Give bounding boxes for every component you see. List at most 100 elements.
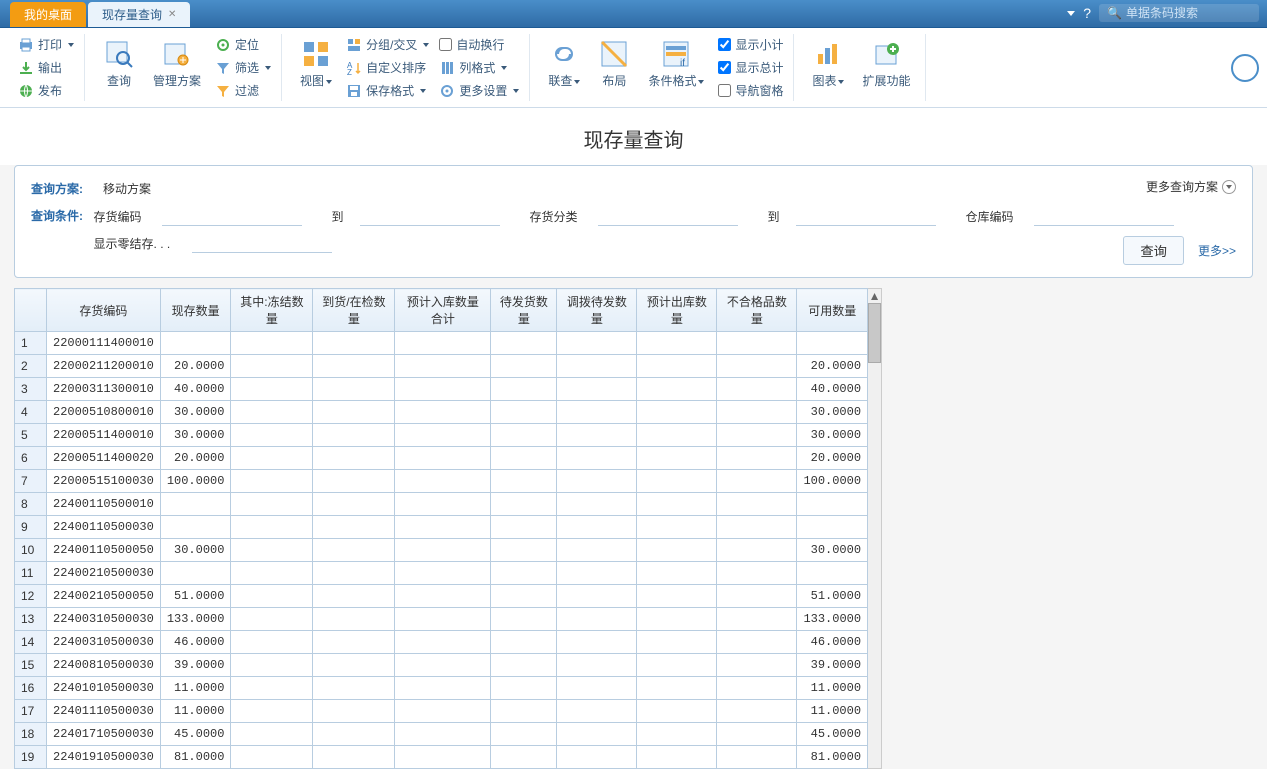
col-format-button[interactable]: 列格式 bbox=[435, 57, 523, 78]
cell-avail: 51.0000 bbox=[797, 585, 868, 608]
table-row[interactable]: 22200021120001020.000020.0000 bbox=[15, 355, 868, 378]
table-row[interactable]: 102240011050005030.000030.0000 bbox=[15, 539, 868, 562]
tab-desktop[interactable]: 我的桌面 bbox=[10, 2, 86, 27]
col-header[interactable]: 到货/在检数量 bbox=[313, 289, 395, 332]
cell-plout bbox=[637, 401, 717, 424]
close-icon[interactable]: ✕ bbox=[168, 9, 176, 20]
table-row[interactable]: 822400110500010 bbox=[15, 493, 868, 516]
cell-ng bbox=[717, 401, 797, 424]
cond-format-button[interactable]: if条件格式 bbox=[640, 34, 712, 93]
cell-ng bbox=[717, 424, 797, 447]
barcode-search-input[interactable] bbox=[1126, 6, 1246, 20]
cell-arr bbox=[313, 608, 395, 631]
subtotal-check[interactable]: 显示小计 bbox=[714, 34, 787, 55]
barcode-search[interactable]: 🔍 bbox=[1099, 4, 1259, 22]
row-number: 18 bbox=[15, 723, 47, 746]
invcode-from-input[interactable] bbox=[162, 207, 302, 226]
table-row[interactable]: 182240171050003045.000045.0000 bbox=[15, 723, 868, 746]
cell-plin bbox=[395, 700, 491, 723]
cell-alloc bbox=[557, 447, 637, 470]
scroll-up-icon[interactable]: ▲ bbox=[868, 289, 881, 303]
col-header[interactable]: 存货编码 bbox=[47, 289, 161, 332]
cell-code: 22000211200010 bbox=[47, 355, 161, 378]
autowrap-check[interactable]: 自动换行 bbox=[435, 34, 523, 55]
table-row[interactable]: 52200051140001030.000030.0000 bbox=[15, 424, 868, 447]
col-header[interactable]: 现存数量 bbox=[160, 289, 231, 332]
more-settings-button[interactable]: 更多设置 bbox=[435, 80, 523, 101]
filter-button[interactable]: 筛选 bbox=[211, 57, 275, 78]
cell-plout bbox=[637, 470, 717, 493]
cell-qty: 30.0000 bbox=[160, 424, 231, 447]
cell-code: 22000515100030 bbox=[47, 470, 161, 493]
field-label: 存货编码 bbox=[94, 208, 154, 225]
vertical-scrollbar[interactable]: ▲ bbox=[868, 288, 882, 769]
col-header[interactable]: 其中:冻结数量 bbox=[231, 289, 313, 332]
table-row[interactable]: 122240021050005051.000051.0000 bbox=[15, 585, 868, 608]
save-format-button[interactable]: 保存格式 bbox=[342, 80, 433, 101]
cell-qty: 11.0000 bbox=[160, 700, 231, 723]
cell-plout bbox=[637, 677, 717, 700]
cell-frozen bbox=[231, 723, 313, 746]
cell-plout bbox=[637, 746, 717, 769]
table-row[interactable]: 62200051140002020.000020.0000 bbox=[15, 447, 868, 470]
table-row[interactable]: 1322400310500030133.0000133.0000 bbox=[15, 608, 868, 631]
navpane-check[interactable]: 导航窗格 bbox=[714, 80, 787, 101]
tab-stock-query[interactable]: 现存量查询 ✕ bbox=[88, 2, 190, 27]
tab-bar: 我的桌面 现存量查询 ✕ ? 🔍 bbox=[0, 0, 1267, 28]
show-zero-input[interactable] bbox=[192, 234, 332, 253]
col-header[interactable]: 调拨待发数量 bbox=[557, 289, 637, 332]
link-query-button[interactable]: 联查 bbox=[540, 34, 588, 93]
table-row[interactable]: 922400110500030 bbox=[15, 516, 868, 539]
cell-alloc bbox=[557, 631, 637, 654]
plan-mgmt-button[interactable]: 管理方案 bbox=[145, 34, 209, 93]
publish-button[interactable]: 发布 bbox=[14, 80, 78, 101]
export-button[interactable]: 输出 bbox=[14, 57, 78, 78]
table-row[interactable]: 32200031130001040.000040.0000 bbox=[15, 378, 868, 401]
table-row[interactable]: 122000111400010 bbox=[15, 332, 868, 355]
help-icon[interactable]: ? bbox=[1083, 5, 1091, 21]
cell-qty: 100.0000 bbox=[160, 470, 231, 493]
plan-value[interactable]: 移动方案 bbox=[103, 180, 151, 197]
custom-sort-button[interactable]: AZ自定义排序 bbox=[342, 57, 433, 78]
print-button[interactable]: 打印 bbox=[14, 34, 78, 55]
chevron-down-icon bbox=[420, 89, 426, 93]
ext-func-button[interactable]: 扩展功能 bbox=[854, 34, 918, 93]
run-query-button[interactable]: 查询 bbox=[1123, 236, 1184, 265]
whcode-input[interactable] bbox=[1034, 207, 1174, 226]
table-row[interactable]: 172240111050003011.000011.0000 bbox=[15, 700, 868, 723]
field-label: 存货分类 bbox=[530, 208, 590, 225]
col-header[interactable]: 可用数量 bbox=[797, 289, 868, 332]
ribbon-collapse-icon[interactable] bbox=[1231, 54, 1259, 82]
query-button[interactable]: 查询 bbox=[95, 34, 143, 93]
col-header[interactable]: 待发货数量 bbox=[491, 289, 557, 332]
table-row[interactable]: 152240081050003039.000039.0000 bbox=[15, 654, 868, 677]
chart-button[interactable]: 图表 bbox=[804, 34, 852, 93]
more-link[interactable]: 更多>> bbox=[1198, 242, 1236, 259]
table-row[interactable]: 162240101050003011.000011.0000 bbox=[15, 677, 868, 700]
invclass-to-input[interactable] bbox=[796, 207, 936, 226]
filter2-button[interactable]: 过滤 bbox=[211, 80, 275, 101]
col-header[interactable]: 预计出库数量 bbox=[637, 289, 717, 332]
col-header[interactable]: 不合格品数量 bbox=[717, 289, 797, 332]
group-button[interactable]: 分组/交叉 bbox=[342, 34, 433, 55]
total-check[interactable]: 显示总计 bbox=[714, 57, 787, 78]
more-plans-button[interactable]: 更多查询方案 bbox=[1146, 178, 1236, 195]
invclass-from-input[interactable] bbox=[598, 207, 738, 226]
scroll-thumb[interactable] bbox=[868, 303, 881, 363]
table-row[interactable]: 142240031050003046.000046.0000 bbox=[15, 631, 868, 654]
cell-arr bbox=[313, 401, 395, 424]
table-row[interactable]: 192240191050003081.000081.0000 bbox=[15, 746, 868, 769]
cell-code: 22400110500050 bbox=[47, 539, 161, 562]
table-row[interactable]: 42200051080001030.000030.0000 bbox=[15, 401, 868, 424]
table-row[interactable]: 722000515100030100.0000100.0000 bbox=[15, 470, 868, 493]
chevron-down-icon[interactable] bbox=[1067, 11, 1075, 16]
locate-button[interactable]: 定位 bbox=[211, 34, 275, 55]
layout-button[interactable]: 布局 bbox=[590, 34, 638, 93]
col-header[interactable]: 预计入库数量合计 bbox=[395, 289, 491, 332]
invcode-to-input[interactable] bbox=[360, 207, 500, 226]
cell-qty: 45.0000 bbox=[160, 723, 231, 746]
table-row[interactable]: 1122400210500030 bbox=[15, 562, 868, 585]
view-button[interactable]: 视图 bbox=[292, 34, 340, 93]
field-label: 到 bbox=[768, 208, 788, 225]
result-grid[interactable]: 存货编码 现存数量 其中:冻结数量 到货/在检数量 预计入库数量合计 待发货数量… bbox=[14, 288, 868, 769]
